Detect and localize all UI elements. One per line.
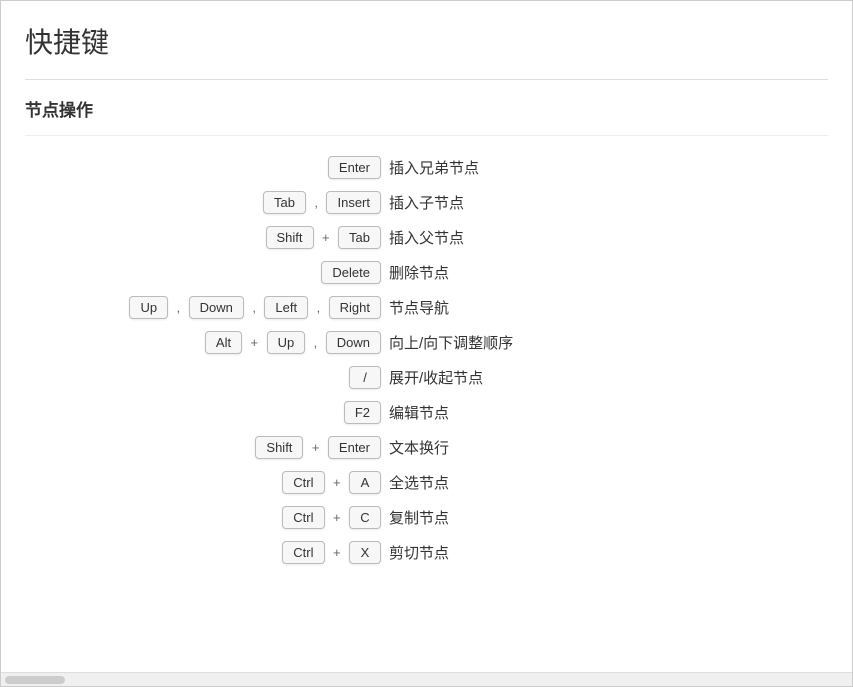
keys-cell: Ctrl + A: [25, 465, 385, 500]
desc-cell: 插入兄弟节点: [385, 150, 828, 185]
keys-cell: Ctrl + C: [25, 500, 385, 535]
key-x: X: [349, 541, 381, 564]
node-ops-section: 节点操作 Enter 插入兄弟节点 Tab ,: [25, 96, 828, 570]
table-row: Enter 插入兄弟节点: [25, 150, 828, 185]
key-enter: Enter: [328, 436, 381, 459]
desc-cell: 全选节点: [385, 465, 828, 500]
table-row: F2 编辑节点: [25, 395, 828, 430]
key-tab: Tab: [338, 226, 381, 249]
keys-cell: Ctrl + X: [25, 535, 385, 570]
key-shift: Shift: [255, 436, 303, 459]
key-left: Left: [264, 296, 308, 319]
title-divider: [25, 79, 828, 80]
separator: +: [312, 440, 320, 455]
separator: +: [333, 510, 341, 525]
section-title: 节点操作: [25, 96, 828, 121]
key-down: Down: [189, 296, 244, 319]
desc-cell: 插入子节点: [385, 185, 828, 220]
desc-cell: 节点导航: [385, 290, 828, 325]
keys-cell: Alt + Up , Down: [25, 325, 385, 360]
desc-cell: 复制节点: [385, 500, 828, 535]
table-row: Alt + Up , Down 向上/向下调整顺序: [25, 325, 828, 360]
keys-cell: Tab , Insert: [25, 185, 385, 220]
key-enter: Enter: [328, 156, 381, 179]
table-row: Up , Down , Left , Right 节点导航: [25, 290, 828, 325]
separator: +: [333, 545, 341, 560]
key-ctrl: Ctrl: [282, 506, 324, 529]
section-divider: [25, 135, 828, 136]
table-row: Ctrl + A 全选节点: [25, 465, 828, 500]
scrollbar-thumb[interactable]: [5, 676, 65, 684]
table-row: Shift + Tab 插入父节点: [25, 220, 828, 255]
separator: ,: [252, 300, 256, 315]
table-row: Ctrl + C 复制节点: [25, 500, 828, 535]
desc-cell: 删除节点: [385, 255, 828, 290]
separator: ,: [317, 300, 321, 315]
desc-cell: 剪切节点: [385, 535, 828, 570]
shortcuts-table: Enter 插入兄弟节点 Tab , Insert 插入子节点: [25, 150, 828, 570]
page-title: 快捷键: [25, 21, 828, 61]
desc-cell: 展开/收起节点: [385, 360, 828, 395]
separator: +: [333, 475, 341, 490]
key-slash: /: [349, 366, 381, 389]
key-down: Down: [326, 331, 381, 354]
key-a: A: [349, 471, 381, 494]
key-right: Right: [329, 296, 381, 319]
key-tab: Tab: [263, 191, 306, 214]
desc-cell: 编辑节点: [385, 395, 828, 430]
key-insert: Insert: [326, 191, 381, 214]
keys-cell: Up , Down , Left , Right: [25, 290, 385, 325]
keys-cell: F2: [25, 395, 385, 430]
key-up: Up: [129, 296, 168, 319]
key-f2: F2: [344, 401, 381, 424]
horizontal-scrollbar[interactable]: [1, 672, 852, 686]
table-row: / 展开/收起节点: [25, 360, 828, 395]
keys-cell: Shift + Enter: [25, 430, 385, 465]
keys-cell: /: [25, 360, 385, 395]
keys-cell: Delete: [25, 255, 385, 290]
separator: +: [322, 230, 330, 245]
separator: ,: [314, 195, 318, 210]
key-up: Up: [267, 331, 306, 354]
separator: ,: [177, 300, 181, 315]
table-row: Tab , Insert 插入子节点: [25, 185, 828, 220]
table-row: Shift + Enter 文本换行: [25, 430, 828, 465]
key-delete: Delete: [321, 261, 381, 284]
desc-cell: 文本换行: [385, 430, 828, 465]
key-ctrl: Ctrl: [282, 541, 324, 564]
desc-cell: 插入父节点: [385, 220, 828, 255]
key-c: C: [349, 506, 381, 529]
desc-cell: 向上/向下调整顺序: [385, 325, 828, 360]
keys-cell: Shift + Tab: [25, 220, 385, 255]
separator: +: [251, 335, 259, 350]
table-row: Delete 删除节点: [25, 255, 828, 290]
table-row: Ctrl + X 剪切节点: [25, 535, 828, 570]
keys-cell: Enter: [25, 150, 385, 185]
key-shift: Shift: [266, 226, 314, 249]
separator: ,: [314, 335, 318, 350]
key-ctrl: Ctrl: [282, 471, 324, 494]
key-alt: Alt: [205, 331, 242, 354]
